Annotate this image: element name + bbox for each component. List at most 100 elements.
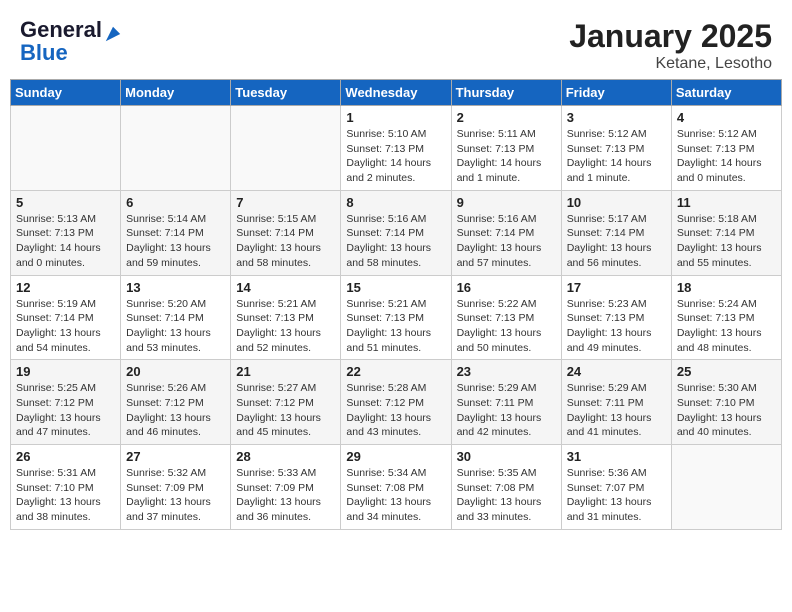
calendar-week-row: 1 Sunrise: 5:10 AMSunset: 7:13 PMDaylight…	[11, 106, 782, 191]
day-info: Sunrise: 5:16 AMSunset: 7:14 PMDaylight:…	[457, 212, 556, 271]
day-info: Sunrise: 5:16 AMSunset: 7:14 PMDaylight:…	[346, 212, 445, 271]
location-title: Ketane, Lesotho	[569, 55, 772, 73]
day-info: Sunrise: 5:19 AMSunset: 7:14 PMDaylight:…	[16, 297, 115, 356]
day-of-week-header: Monday	[121, 80, 231, 106]
day-info: Sunrise: 5:30 AMSunset: 7:10 PMDaylight:…	[677, 381, 776, 440]
day-number: 14	[236, 280, 335, 295]
day-info: Sunrise: 5:36 AMSunset: 7:07 PMDaylight:…	[567, 466, 666, 525]
day-info: Sunrise: 5:10 AMSunset: 7:13 PMDaylight:…	[346, 127, 445, 186]
day-number: 24	[567, 364, 666, 379]
day-info: Sunrise: 5:21 AMSunset: 7:13 PMDaylight:…	[346, 297, 445, 356]
calendar-day-cell: 3Sunrise: 5:12 AMSunset: 7:13 PMDaylight…	[561, 106, 671, 191]
day-number: 16	[457, 280, 556, 295]
day-number: 15	[346, 280, 445, 295]
day-number: 20	[126, 364, 225, 379]
page-header: General Blue January 2025 Ketane, Lesoth…	[10, 10, 782, 79]
calendar-day-cell	[121, 106, 231, 191]
day-info: Sunrise: 5:25 AMSunset: 7:12 PMDaylight:…	[16, 381, 115, 440]
day-number: 5	[16, 195, 115, 210]
calendar-day-cell: 30 Sunrise: 5:35 AMSunset: 7:08 PMDayligh…	[451, 445, 561, 530]
logo: General Blue	[20, 18, 118, 64]
day-number: 25	[677, 364, 776, 379]
day-number: 27	[126, 449, 225, 464]
day-info: Sunrise: 5:21 AMSunset: 7:13 PMDaylight:…	[236, 297, 335, 356]
calendar-day-cell: 16 Sunrise: 5:22 AMSunset: 7:13 PMDayligh…	[451, 275, 561, 360]
day-info: Sunrise: 5:22 AMSunset: 7:13 PMDaylight:…	[457, 297, 556, 356]
day-of-week-header: Thursday	[451, 80, 561, 106]
calendar-table: SundayMondayTuesdayWednesdayThursdayFrid…	[10, 79, 782, 530]
day-of-week-header: Sunday	[11, 80, 121, 106]
day-number: 13	[126, 280, 225, 295]
day-info: Sunrise: 5:26 AMSunset: 7:12 PMDaylight:…	[126, 381, 225, 440]
day-number: 2	[457, 110, 556, 125]
title-block: January 2025 Ketane, Lesotho	[569, 18, 772, 73]
calendar-day-cell: 21 Sunrise: 5:27 AMSunset: 7:12 PMDayligh…	[231, 360, 341, 445]
day-info: Sunrise: 5:14 AMSunset: 7:14 PMDaylight:…	[126, 212, 225, 271]
day-info: Sunrise: 5:12 AMSunset: 7:13 PMDaylight:…	[677, 127, 776, 186]
day-number: 1	[346, 110, 445, 125]
calendar-day-cell: 15 Sunrise: 5:21 AMSunset: 7:13 PMDayligh…	[341, 275, 451, 360]
day-number: 4	[677, 110, 776, 125]
day-number: 6	[126, 195, 225, 210]
day-info: Sunrise: 5:17 AMSunset: 7:14 PMDaylight:…	[567, 212, 666, 271]
logo-text: General	[20, 18, 118, 42]
day-number: 9	[457, 195, 556, 210]
day-info: Sunrise: 5:11 AMSunset: 7:13 PMDaylight:…	[457, 127, 556, 186]
day-number: 7	[236, 195, 335, 210]
day-of-week-header: Tuesday	[231, 80, 341, 106]
day-number: 3	[567, 110, 666, 125]
calendar-day-cell	[671, 445, 781, 530]
day-info: Sunrise: 5:31 AMSunset: 7:10 PMDaylight:…	[16, 466, 115, 525]
day-number: 10	[567, 195, 666, 210]
day-number: 21	[236, 364, 335, 379]
calendar-day-cell: 6 Sunrise: 5:14 AMSunset: 7:14 PMDaylight…	[121, 190, 231, 275]
calendar-day-cell: 7 Sunrise: 5:15 AMSunset: 7:14 PMDaylight…	[231, 190, 341, 275]
day-number: 18	[677, 280, 776, 295]
calendar-day-cell: 14 Sunrise: 5:21 AMSunset: 7:13 PMDayligh…	[231, 275, 341, 360]
day-info: Sunrise: 5:27 AMSunset: 7:12 PMDaylight:…	[236, 381, 335, 440]
day-info: Sunrise: 5:20 AMSunset: 7:14 PMDaylight:…	[126, 297, 225, 356]
calendar-day-cell: 22Sunrise: 5:28 AMSunset: 7:12 PMDayligh…	[341, 360, 451, 445]
day-number: 11	[677, 195, 776, 210]
calendar-day-cell: 26 Sunrise: 5:31 AMSunset: 7:10 PMDayligh…	[11, 445, 121, 530]
calendar-day-cell: 18 Sunrise: 5:24 AMSunset: 7:13 PMDayligh…	[671, 275, 781, 360]
day-info: Sunrise: 5:29 AMSunset: 7:11 PMDaylight:…	[457, 381, 556, 440]
day-info: Sunrise: 5:35 AMSunset: 7:08 PMDaylight:…	[457, 466, 556, 525]
day-number: 8	[346, 195, 445, 210]
day-info: Sunrise: 5:23 AMSunset: 7:13 PMDaylight:…	[567, 297, 666, 356]
day-info: Sunrise: 5:13 AMSunset: 7:13 PMDaylight:…	[16, 212, 115, 271]
calendar-day-cell: 13 Sunrise: 5:20 AMSunset: 7:14 PMDayligh…	[121, 275, 231, 360]
day-of-week-header: Wednesday	[341, 80, 451, 106]
calendar-day-cell: 28Sunrise: 5:33 AMSunset: 7:09 PMDayligh…	[231, 445, 341, 530]
day-info: Sunrise: 5:15 AMSunset: 7:14 PMDaylight:…	[236, 212, 335, 271]
calendar-day-cell: 19 Sunrise: 5:25 AMSunset: 7:12 PMDayligh…	[11, 360, 121, 445]
calendar-day-cell: 2 Sunrise: 5:11 AMSunset: 7:13 PMDaylight…	[451, 106, 561, 191]
month-title: January 2025	[569, 18, 772, 55]
day-of-week-header: Saturday	[671, 80, 781, 106]
calendar-day-cell: 20 Sunrise: 5:26 AMSunset: 7:12 PMDayligh…	[121, 360, 231, 445]
calendar-week-row: 26 Sunrise: 5:31 AMSunset: 7:10 PMDayligh…	[11, 445, 782, 530]
calendar-week-row: 12 Sunrise: 5:19 AMSunset: 7:14 PMDayligh…	[11, 275, 782, 360]
day-info: Sunrise: 5:24 AMSunset: 7:13 PMDaylight:…	[677, 297, 776, 356]
calendar-day-cell: 8 Sunrise: 5:16 AMSunset: 7:14 PMDaylight…	[341, 190, 451, 275]
day-number: 22	[346, 364, 445, 379]
day-number: 12	[16, 280, 115, 295]
calendar-week-row: 5 Sunrise: 5:13 AMSunset: 7:13 PMDaylight…	[11, 190, 782, 275]
day-info: Sunrise: 5:32 AMSunset: 7:09 PMDaylight:…	[126, 466, 225, 525]
day-number: 30	[457, 449, 556, 464]
day-number: 19	[16, 364, 115, 379]
calendar-day-cell: 1 Sunrise: 5:10 AMSunset: 7:13 PMDaylight…	[341, 106, 451, 191]
calendar-day-cell: 10 Sunrise: 5:17 AMSunset: 7:14 PMDayligh…	[561, 190, 671, 275]
logo-blue: Blue	[20, 42, 118, 64]
calendar-header-row: SundayMondayTuesdayWednesdayThursdayFrid…	[11, 80, 782, 106]
calendar-day-cell: 24Sunrise: 5:29 AMSunset: 7:11 PMDayligh…	[561, 360, 671, 445]
calendar-day-cell: 29Sunrise: 5:34 AMSunset: 7:08 PMDayligh…	[341, 445, 451, 530]
day-info: Sunrise: 5:18 AMSunset: 7:14 PMDaylight:…	[677, 212, 776, 271]
calendar-week-row: 19 Sunrise: 5:25 AMSunset: 7:12 PMDayligh…	[11, 360, 782, 445]
calendar-day-cell: 23Sunrise: 5:29 AMSunset: 7:11 PMDayligh…	[451, 360, 561, 445]
day-number: 26	[16, 449, 115, 464]
day-info: Sunrise: 5:33 AMSunset: 7:09 PMDaylight:…	[236, 466, 335, 525]
calendar-day-cell: 4 Sunrise: 5:12 AMSunset: 7:13 PMDaylight…	[671, 106, 781, 191]
day-number: 17	[567, 280, 666, 295]
calendar-day-cell: 17 Sunrise: 5:23 AMSunset: 7:13 PMDayligh…	[561, 275, 671, 360]
